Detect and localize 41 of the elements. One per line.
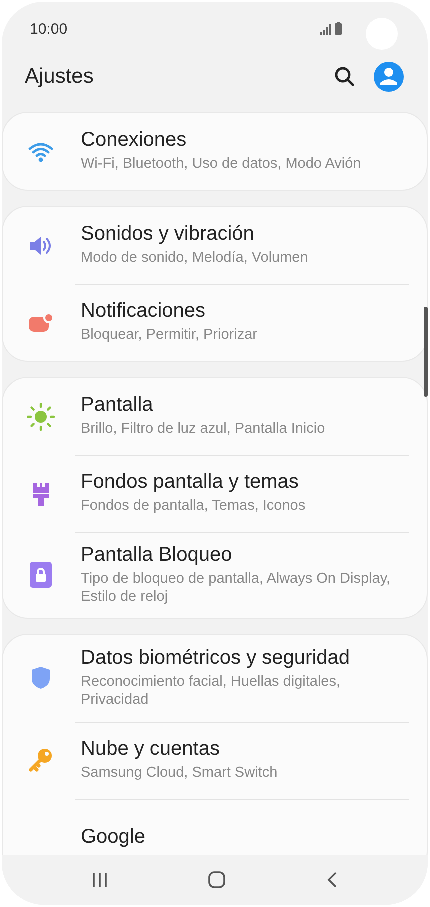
recents-icon[interactable] [92, 872, 108, 888]
item-subtitle: Fondos de pantalla, Temas, Iconos [81, 497, 307, 516]
item-title: Pantalla Bloqueo [81, 544, 234, 567]
back-icon[interactable] [326, 871, 338, 889]
status-time: 10:00 [30, 20, 69, 38]
item-title: Google [81, 826, 146, 848]
page-title: Ajustes [25, 65, 95, 89]
item-subtitle: Samsung Cloud, Smart Switch [81, 764, 279, 782]
settings-item[interactable]: Google [3, 798, 427, 855]
settings-item[interactable]: Datos biométricos y seguridad Reconocimiento facial, Huellas digitales, Privacidad [3, 635, 427, 722]
settings-item[interactable]: Nube y cuentas Samsung Cloud, Smart Switch [3, 722, 427, 798]
wifi-icon [28, 140, 54, 162]
item-subtitle: Modo de sonido, Melodía, Volumen [81, 249, 310, 268]
item-title: Nube y cuentas [81, 738, 221, 761]
settings-item[interactable]: Fondos pantalla y temas Fondos de pantalla, Temas, Iconos [3, 455, 427, 532]
signal-icon [320, 24, 331, 34]
notification-icon [28, 312, 54, 332]
battery-icon [335, 22, 342, 34]
settings-item[interactable]: Pantalla Brillo, Filtro de luz azul, Pantalla Inicio [3, 378, 427, 455]
brush-icon [31, 480, 51, 506]
item-title: Datos biométricos y seguridad [81, 647, 352, 670]
item-subtitle: Tipo de bloqueo de pantalla, Always On Display, Estilo de reloj [81, 570, 392, 606]
item-title: Conexiones [81, 129, 188, 152]
settings-item[interactable]: Notificaciones Bloquear, Permitir, Priorizar [3, 284, 427, 361]
item-subtitle: Wi-Fi, Bluetooth, Uso de datos, Modo Avión [81, 155, 362, 174]
item-title: Fondos pantalla y temas [81, 471, 300, 494]
sun-icon [27, 402, 55, 430]
item-subtitle: Bloquear, Permitir, Priorizar [81, 326, 258, 345]
item-subtitle: Reconocimiento facial, Huellas digitales, Privacidad [81, 673, 342, 710]
item-title: Pantalla [81, 394, 154, 418]
shield-icon [31, 666, 51, 690]
settings-item[interactable]: Pantalla Bloqueo Tipo de bloqueo de pantalla, Always On Display, Estilo de reloj [3, 532, 427, 618]
home-icon[interactable] [208, 871, 226, 889]
key-icon [28, 747, 54, 773]
speaker-icon [29, 234, 53, 256]
item-subtitle: Brillo, Filtro de luz azul, Pantalla Inicio [81, 420, 326, 439]
settings-item[interactable]: Conexiones Wi-Fi, Bluetooth, Uso de datos, Modo Avión [3, 113, 427, 190]
item-title: Sonidos y vibración [81, 223, 256, 246]
item-title: Notificaciones [81, 300, 207, 324]
lock-icon [30, 562, 52, 588]
settings-item[interactable]: Sonidos y vibración Modo de sonido, Melodía, Volumen [3, 207, 427, 284]
